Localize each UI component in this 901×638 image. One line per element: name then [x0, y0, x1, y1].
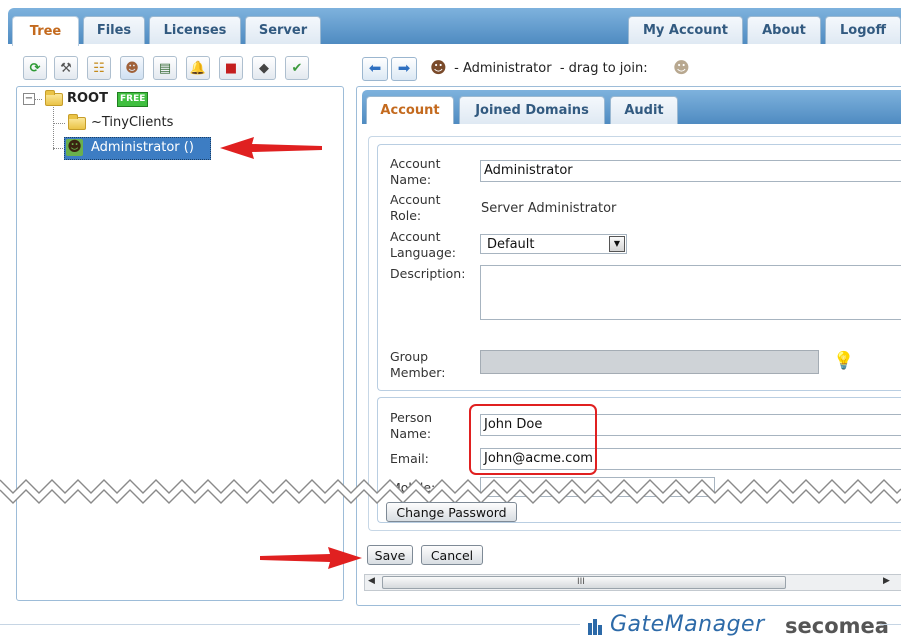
refresh-icon[interactable]: ⟳	[23, 56, 47, 80]
folder-open-icon	[45, 90, 63, 106]
tab-logoff[interactable]: Logoff	[825, 16, 901, 44]
lightbulb-icon[interactable]: 💡	[833, 351, 854, 371]
account-language-value: Default	[487, 237, 535, 252]
group-member-field	[480, 350, 819, 374]
certificate-icon[interactable]: ▤	[153, 56, 177, 80]
description-field[interactable]	[480, 265, 901, 320]
email-label: Email:	[390, 451, 429, 466]
company-logo: secomea	[785, 614, 889, 638]
folder-icon	[68, 114, 86, 130]
footer-rule	[0, 624, 580, 625]
tree-connector	[53, 123, 65, 124]
user-icon: ☻	[66, 139, 83, 156]
chevron-down-icon[interactable]: ▼	[609, 236, 625, 252]
highlight-arrow	[220, 137, 322, 159]
tab-about[interactable]: About	[747, 16, 821, 44]
horizontal-scrollbar[interactable]: ◀ III ▶	[364, 574, 901, 591]
toolbox-icon[interactable]: ■	[219, 56, 243, 80]
tree-panel	[16, 86, 344, 601]
brand-name: GateManager	[610, 612, 765, 637]
tab-licenses[interactable]: Licenses	[149, 16, 241, 44]
account-role-value: Server Administrator	[481, 201, 617, 216]
change-password-button[interactable]: Change Password	[386, 502, 517, 522]
tree-item-tinyclients[interactable]: ~TinyClients	[91, 115, 173, 130]
scroll-right-icon[interactable]: ▶	[883, 576, 890, 586]
account-role-label: Account Role:	[390, 192, 441, 223]
eraser-icon[interactable]: ◆	[252, 56, 276, 80]
account-name-label: Account Name:	[390, 156, 441, 187]
user-icon: ☻	[430, 58, 447, 77]
bell-icon[interactable]: 🔔	[186, 56, 210, 80]
account-language-label: Account Language:	[390, 229, 456, 260]
footer-rule	[880, 624, 901, 625]
tab-joined-domains[interactable]: Joined Domains	[459, 96, 605, 124]
tab-files[interactable]: Files	[83, 16, 145, 44]
cancel-button[interactable]: Cancel	[421, 545, 483, 565]
scrollbar-thumb[interactable]: III	[382, 576, 786, 589]
tab-server[interactable]: Server	[245, 16, 321, 44]
breadcrumb: - Administrator - drag to join:	[450, 61, 648, 76]
account-language-select[interactable]: Default ▼	[480, 234, 627, 254]
check-icon[interactable]: ✔	[285, 56, 309, 80]
hierarchy-icon[interactable]: ☷	[87, 56, 111, 80]
tree-connector	[34, 99, 42, 100]
tab-account[interactable]: Account	[366, 96, 454, 124]
tree-item-label: Administrator ()	[91, 140, 194, 155]
user-icon[interactable]: ☻	[120, 56, 144, 80]
tab-audit[interactable]: Audit	[610, 96, 678, 124]
forward-button[interactable]: ➡	[391, 57, 417, 81]
tree-connector	[53, 104, 54, 150]
description-label: Description:	[390, 266, 466, 281]
tab-my-account[interactable]: My Account	[628, 16, 743, 44]
back-button[interactable]: ⬅	[362, 57, 388, 81]
save-button[interactable]: Save	[367, 545, 413, 565]
scroll-left-icon[interactable]: ◀	[368, 576, 375, 586]
wrench-icon[interactable]: ⚒	[54, 56, 78, 80]
group-member-label: Group Member:	[390, 349, 446, 380]
account-name-field[interactable]: Administrator	[480, 160, 901, 182]
gatemanager-logo-icon	[588, 617, 602, 635]
highlight-box	[469, 404, 597, 475]
highlight-arrow	[260, 547, 362, 569]
tab-tree[interactable]: Tree	[12, 16, 79, 46]
person-name-label: Person Name:	[390, 410, 433, 441]
free-badge: FREE	[117, 92, 149, 107]
scrollbar-grip: III	[577, 577, 585, 587]
drag-user-icon[interactable]: ☻	[673, 58, 690, 77]
tree-root-label[interactable]: ROOT	[67, 91, 108, 106]
